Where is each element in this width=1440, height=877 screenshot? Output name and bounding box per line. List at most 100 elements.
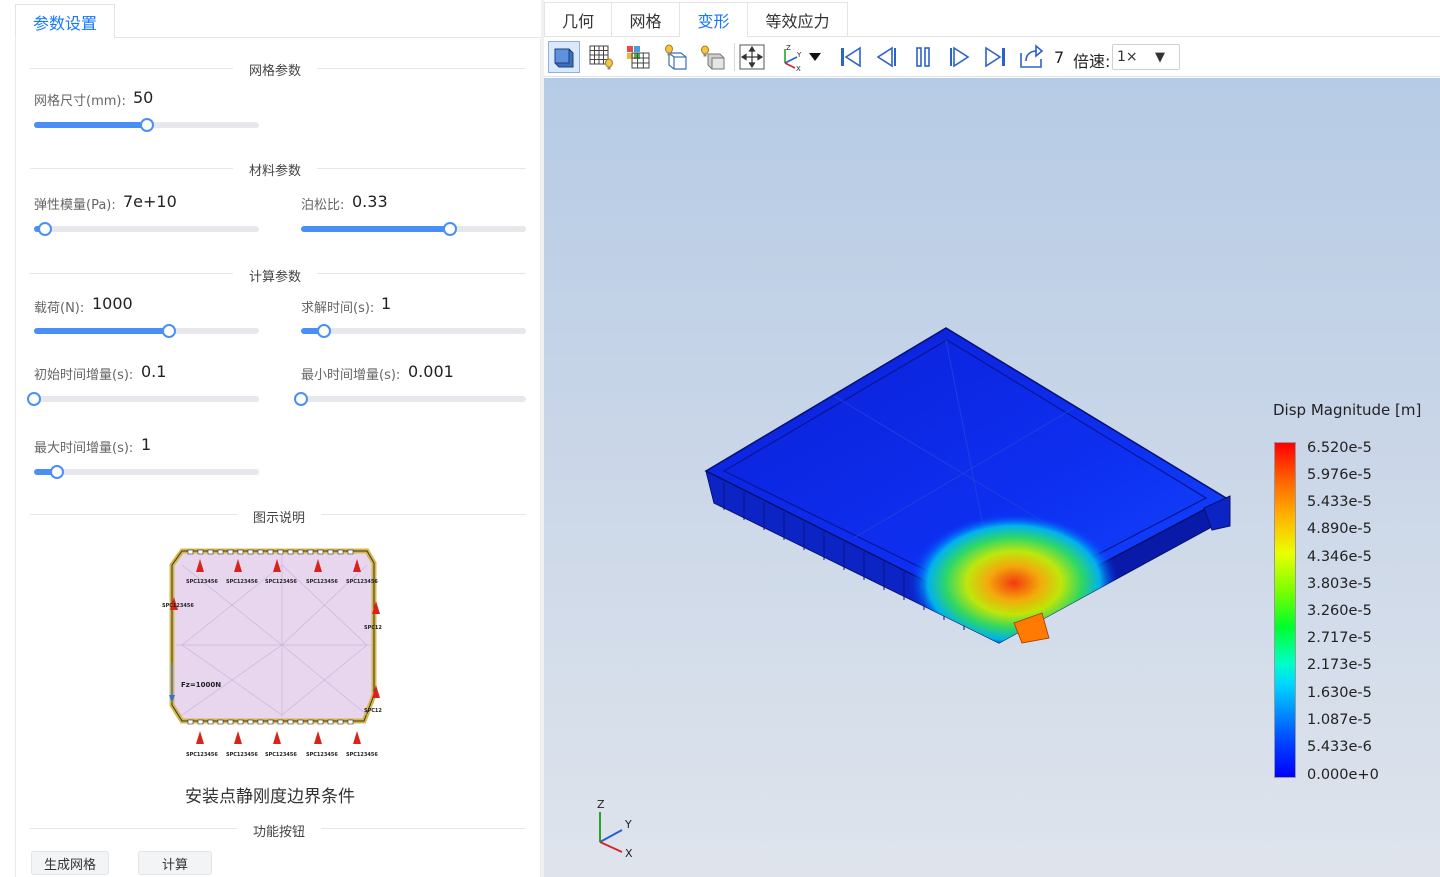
3d-viewport[interactable]: Disp Magnitude [m] 6.520e-5 5.976e-5 5.4… (544, 78, 1440, 877)
slider-fill (34, 122, 147, 128)
axis-z-label: Z (597, 798, 605, 811)
slider-thumb[interactable] (49, 465, 64, 479)
slider-thumb[interactable] (27, 392, 41, 406)
init-time-inc-label: 初始时间增量(s): (34, 368, 134, 383)
app-window: 参数设置 网格参数 网格尺寸(mm): 50 材料参数 弹性模量(Pa): 7e… (0, 0, 1440, 877)
spc-label: SPC123456 (265, 579, 297, 585)
spc-label: SPC123456 (265, 752, 297, 758)
min-time-inc-label: 最小时间增量(s): (301, 368, 401, 383)
next-frame-button[interactable] (943, 41, 975, 73)
pause-button[interactable] (907, 41, 939, 73)
next-frame-icon (950, 46, 970, 68)
slider-fill (34, 328, 169, 334)
wireframe-light-icon (665, 44, 687, 70)
shaded-light-button[interactable] (696, 41, 728, 73)
displacement-hotspot (909, 513, 1119, 643)
max-time-inc-slider[interactable] (34, 465, 259, 479)
slider-thumb[interactable] (139, 118, 154, 132)
first-frame-button[interactable] (835, 41, 867, 73)
viewer-toolbar: Z Y X 7 倍速: 1× ▼ (544, 37, 1440, 77)
section-title-mesh: 网格参数 (232, 60, 318, 79)
tab-geometry[interactable]: 几何 (544, 2, 612, 37)
tab-equivalent-stress[interactable]: 等效应力 (748, 2, 848, 37)
boundary-condition-diagram: SPC123456 SPC123456 SPC123456 SPC123456 … (162, 548, 382, 758)
force-label: Fz=1000N (181, 681, 221, 689)
spc-label: SPC123456 (162, 603, 194, 609)
legend-tick: 4.346e-5 (1307, 549, 1372, 565)
tab-deformation[interactable]: 变形 (680, 2, 748, 37)
mesh-size-value: 50 (133, 88, 154, 107)
slider-fill (301, 226, 450, 232)
legend-tick: 1.087e-5 (1307, 712, 1372, 728)
load-slider[interactable] (34, 324, 259, 338)
spc-label: SPC123456 (346, 752, 378, 758)
slider-thumb[interactable] (294, 392, 308, 406)
frame-number: 7 (1054, 48, 1065, 67)
prev-frame-icon (876, 46, 896, 68)
solve-time-label: 求解时间(s): (301, 301, 375, 316)
fit-view-button[interactable] (736, 41, 768, 73)
diagram-caption: 安装点静刚度边界条件 (185, 787, 355, 807)
load-value: 1000 (92, 294, 133, 313)
fit-view-icon (739, 44, 765, 70)
last-frame-icon (985, 46, 1005, 68)
legend-tick: 2.173e-5 (1307, 657, 1372, 673)
color-grid-icon (627, 46, 650, 69)
generate-mesh-button[interactable]: 生成网格 (31, 851, 109, 875)
color-grid-button[interactable] (622, 41, 654, 73)
svg-text:Y: Y (796, 51, 802, 59)
last-frame-button[interactable] (979, 41, 1011, 73)
speed-label: 倍速: (1073, 52, 1111, 71)
first-frame-icon (841, 46, 861, 68)
deformation-model (704, 327, 1231, 644)
legend-tick: 5.433e-6 (1307, 739, 1372, 755)
solve-time-slider[interactable] (301, 324, 526, 338)
poisson-ratio-slider[interactable] (301, 222, 526, 236)
surface-view-button[interactable] (548, 41, 580, 73)
mesh-size-slider[interactable] (34, 118, 259, 132)
section-title-diagram: 图示说明 (236, 507, 322, 526)
spc-label: SPC123456 (186, 752, 218, 758)
legend-tick: 0.000e+0 (1307, 767, 1379, 783)
legend-tick: 6.520e-5 (1307, 440, 1372, 456)
load-label: 载荷(N): (34, 301, 85, 316)
chevron-down-icon: ▼ (1155, 50, 1165, 65)
axis-triad: Z Y X (597, 798, 633, 858)
slider-thumb[interactable] (162, 324, 176, 338)
chevron-down-icon (809, 53, 821, 61)
tab-mesh[interactable]: 网格 (612, 2, 680, 37)
axis-y-label: Y (624, 818, 632, 831)
compute-button[interactable]: 计算 (138, 851, 212, 875)
spc-label: SPC123456 (306, 579, 338, 585)
export-button[interactable] (1015, 41, 1047, 73)
elastic-modulus-label: 弹性模量(Pa): (34, 198, 116, 213)
legend-title: Disp Magnitude [m] (1273, 401, 1422, 419)
poisson-ratio-value: 0.33 (352, 192, 388, 211)
legend-tick: 2.717e-5 (1307, 630, 1372, 646)
init-time-inc-slider[interactable] (27, 392, 259, 406)
mesh-view-icon (589, 45, 613, 70)
spc-label: SPC123456 (364, 708, 382, 714)
axes-button[interactable]: Z Y X (775, 41, 807, 73)
spc-label: SPC123456 (364, 625, 382, 631)
spc-label: SPC123456 (226, 752, 258, 758)
elastic-modulus-slider[interactable] (34, 222, 259, 236)
mesh-size-label: 网格尺寸(mm): (34, 94, 126, 109)
slider-thumb[interactable] (316, 324, 331, 338)
svg-text:X: X (796, 65, 801, 71)
min-time-inc-slider[interactable] (294, 392, 526, 406)
axes-dropdown-button[interactable] (805, 41, 825, 73)
slider-thumb[interactable] (442, 222, 457, 236)
spc-label: SPC123456 (226, 579, 258, 585)
speed-select[interactable]: 1× ▼ (1112, 44, 1180, 70)
section-title-material: 材料参数 (232, 160, 318, 179)
elastic-modulus-value: 7e+10 (123, 192, 177, 211)
prev-frame-button[interactable] (871, 41, 903, 73)
pause-icon (916, 47, 930, 67)
svg-text:Z: Z (786, 44, 791, 52)
legend-tick: 3.803e-5 (1307, 576, 1372, 592)
wireframe-light-button[interactable] (659, 41, 691, 73)
mesh-view-button[interactable] (585, 41, 617, 73)
tab-parameter-settings[interactable]: 参数设置 (15, 4, 115, 39)
legend-color-bar (1274, 442, 1296, 778)
